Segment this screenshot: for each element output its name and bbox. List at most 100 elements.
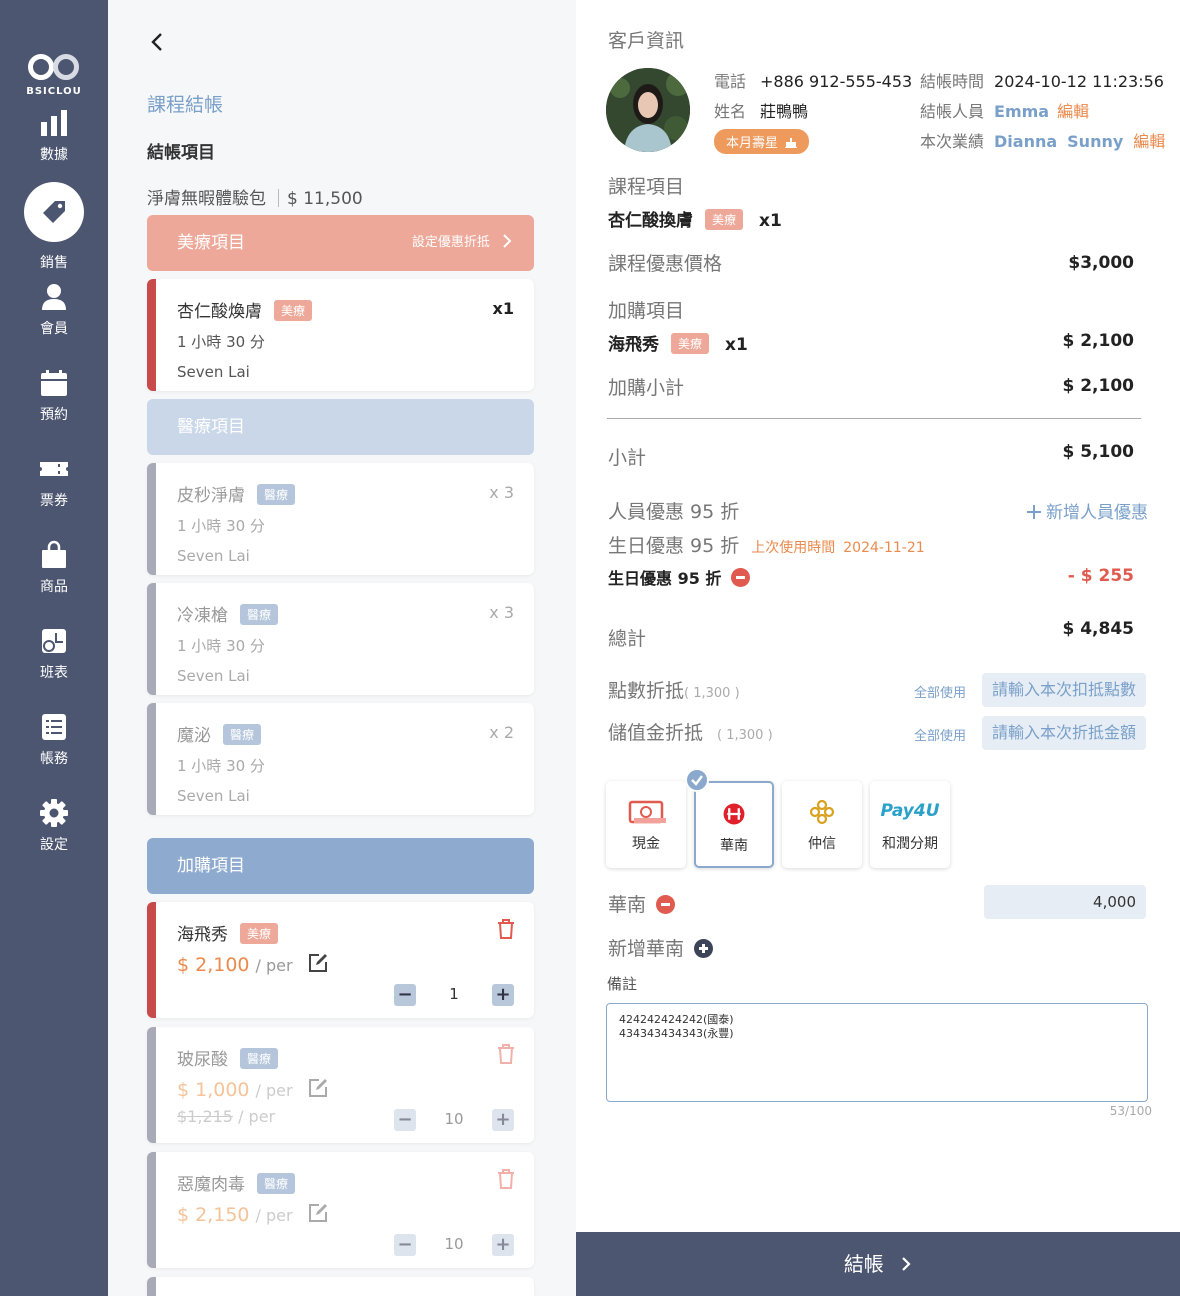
decrement-button[interactable]: − [394, 1109, 416, 1131]
item-qty: x 3 [489, 483, 514, 502]
trash-icon[interactable] [496, 1168, 516, 1190]
schedule-icon [42, 629, 66, 653]
addon-item-card[interactable]: 玻尿酸 醫療 $ 1,000/ per $1,215 / per − 10 + [147, 1027, 534, 1143]
customer-name: 莊鴨鴨 [760, 102, 809, 121]
points-available: ( 1,300 ) [684, 686, 740, 701]
selected-check-icon [685, 768, 709, 792]
item-name: 海飛秀 美療 [177, 920, 279, 945]
sidebar-item-label: 銷售 [40, 255, 68, 271]
page-title: 課程結帳 [147, 94, 224, 116]
remove-payment-button[interactable] [656, 895, 676, 914]
avatar-photo [606, 68, 690, 152]
course-price-label: 課程優惠價格 [608, 253, 723, 275]
stored-value-available: ( 1,300 ) [717, 728, 773, 743]
points-input[interactable]: 請輸入本次扣抵點數 [982, 673, 1146, 707]
medical-item-card[interactable]: 冷凍槍 醫療 x 3 1 小時 30 分 Seven Lai [147, 583, 534, 695]
phone-row: 電話 +886 912-555-453 [714, 72, 913, 91]
medical-item-card[interactable]: 皮秒淨膚 醫療 x 3 1 小時 30 分 Seven Lai [147, 463, 534, 575]
remove-discount-button[interactable] [731, 568, 751, 587]
addon-item-card[interactable] [147, 1277, 534, 1296]
sidebar: BSICLOU 數據 銷售 會員 預約 票券 商品 班表 帳務 設定 [0, 0, 108, 1296]
increment-button[interactable]: + [492, 1234, 514, 1256]
memo-label: 備註 [607, 975, 638, 993]
medical-item-card[interactable]: 魔泌 醫療 x 2 1 小時 30 分 Seven Lai [147, 703, 534, 815]
performance-staff-1: Dianna [994, 132, 1058, 151]
category-tag: 醫療 [257, 1173, 296, 1194]
addon-subtotal-label: 加購小計 [608, 377, 685, 399]
divider [278, 189, 279, 207]
subtotal-label: 小計 [608, 447, 647, 469]
item-duration: 1 小時 30 分 [177, 637, 265, 655]
payment-label: 和潤分期 [882, 836, 938, 852]
category-tag: 醫療 [223, 724, 262, 745]
section-label: 美療項目 [177, 233, 245, 253]
payment-amount-input[interactable]: 4,000 [984, 885, 1146, 919]
original-price: $1,215 / per [177, 1107, 276, 1126]
pay4u-logo-icon: Pay4U [880, 801, 940, 821]
increment-button[interactable]: + [492, 1109, 514, 1131]
course-item: 杏仁酸換膚 美療 x1 [608, 209, 782, 231]
sidebar-item-label: 班表 [40, 665, 68, 681]
payment-chailease[interactable]: 仲信 [782, 781, 862, 868]
performance-staff-2: Sunny [1067, 132, 1124, 151]
sidebar-item-settings[interactable]: 設定 [0, 798, 108, 854]
edit-icon[interactable] [307, 952, 329, 974]
trash-icon[interactable] [496, 1043, 516, 1065]
stored-value-input[interactable]: 請輸入本次折抵金額 [982, 716, 1146, 750]
sidebar-item-data[interactable]: 數據 [0, 108, 108, 164]
sidebar-item-members[interactable]: 會員 [0, 282, 108, 338]
decrement-button[interactable]: − [394, 1234, 416, 1256]
package-name: 淨膚無暇體驗包 [147, 189, 266, 209]
active-indicator [24, 182, 84, 242]
add-payment-method[interactable]: 新增華南 [608, 934, 714, 961]
category-tag: 美療 [705, 209, 744, 230]
customer-info-title: 客戶資訊 [608, 30, 685, 52]
sidebar-item-sales[interactable]: 銷售 [0, 182, 108, 272]
sidebar-item-schedule[interactable]: 班表 [0, 626, 108, 682]
chevron-right-icon [902, 1257, 911, 1271]
sidebar-item-label: 設定 [40, 837, 68, 853]
cash-icon [628, 800, 666, 824]
edit-icon[interactable] [307, 1077, 329, 1099]
sidebar-item-products[interactable]: 商品 [0, 540, 108, 596]
set-discount-link[interactable]: 設定優惠折抵 [412, 215, 512, 271]
back-button[interactable] [150, 32, 164, 58]
sidebar-item-accounting[interactable]: 帳務 [0, 712, 108, 768]
increment-button[interactable]: + [492, 984, 514, 1006]
trash-icon[interactable] [496, 918, 516, 940]
category-tag: 醫療 [240, 604, 279, 625]
add-payment-button[interactable] [694, 939, 714, 958]
app-logo[interactable]: BSICLOU [22, 52, 86, 102]
points-label: 點數折抵( 1,300 ) [608, 680, 740, 702]
edit-performance-link[interactable]: 編輯 [1133, 132, 1165, 151]
chailease-icon [809, 799, 835, 825]
payment-label: 仲信 [808, 836, 836, 852]
decrement-button[interactable]: − [394, 984, 416, 1006]
payment-huanan[interactable]: 華南 [694, 781, 774, 868]
edit-icon[interactable] [307, 1202, 329, 1224]
birthday-discount-option[interactable]: 生日優惠 95 折上次使用時間 2024-11-21 [608, 531, 925, 558]
item-name: 魔泌 醫療 [177, 721, 262, 746]
beauty-item-card[interactable]: 杏仁酸煥膚 美療 x1 1 小時 30 分 Seven Lai [147, 279, 534, 391]
payment-pay4u[interactable]: Pay4U 和潤分期 [870, 781, 950, 868]
use-all-points-button[interactable]: 全部使用 [914, 682, 966, 701]
use-all-stored-button[interactable]: 全部使用 [914, 725, 966, 744]
staff-discount-option[interactable]: 人員優惠 95 折 [608, 497, 739, 524]
checkout-button[interactable]: 結帳 [576, 1232, 1180, 1296]
item-qty: x 2 [489, 723, 514, 742]
applied-birthday-discount: 生日優惠 95 折 [608, 565, 751, 589]
name-row: 姓名 莊鴨鴨 [714, 102, 809, 121]
addon-item-card[interactable]: 海飛秀 美療 $ 2,100/ per − 1 + [147, 902, 534, 1018]
performance-row: 本次業績 Dianna Sunny 編輯 [920, 132, 1166, 151]
course-items-title: 課程項目 [608, 176, 685, 198]
payment-cash[interactable]: 現金 [606, 781, 686, 868]
add-staff-discount-button[interactable]: 新增人員優惠 [1026, 498, 1148, 523]
sidebar-item-tickets[interactable]: 票券 [0, 454, 108, 510]
sidebar-item-booking[interactable]: 預約 [0, 368, 108, 424]
memo-textarea[interactable]: 424242424242(國泰) 434343434343(永豐) [606, 1003, 1148, 1102]
chevron-right-icon [503, 234, 512, 248]
section-label: 加購項目 [177, 856, 245, 876]
edit-cashier-link[interactable]: 編輯 [1057, 102, 1089, 121]
sidebar-item-label: 帳務 [40, 751, 68, 767]
addon-item-card[interactable]: 惡魔肉毒 醫療 $ 2,150/ per − 10 + [147, 1152, 534, 1268]
